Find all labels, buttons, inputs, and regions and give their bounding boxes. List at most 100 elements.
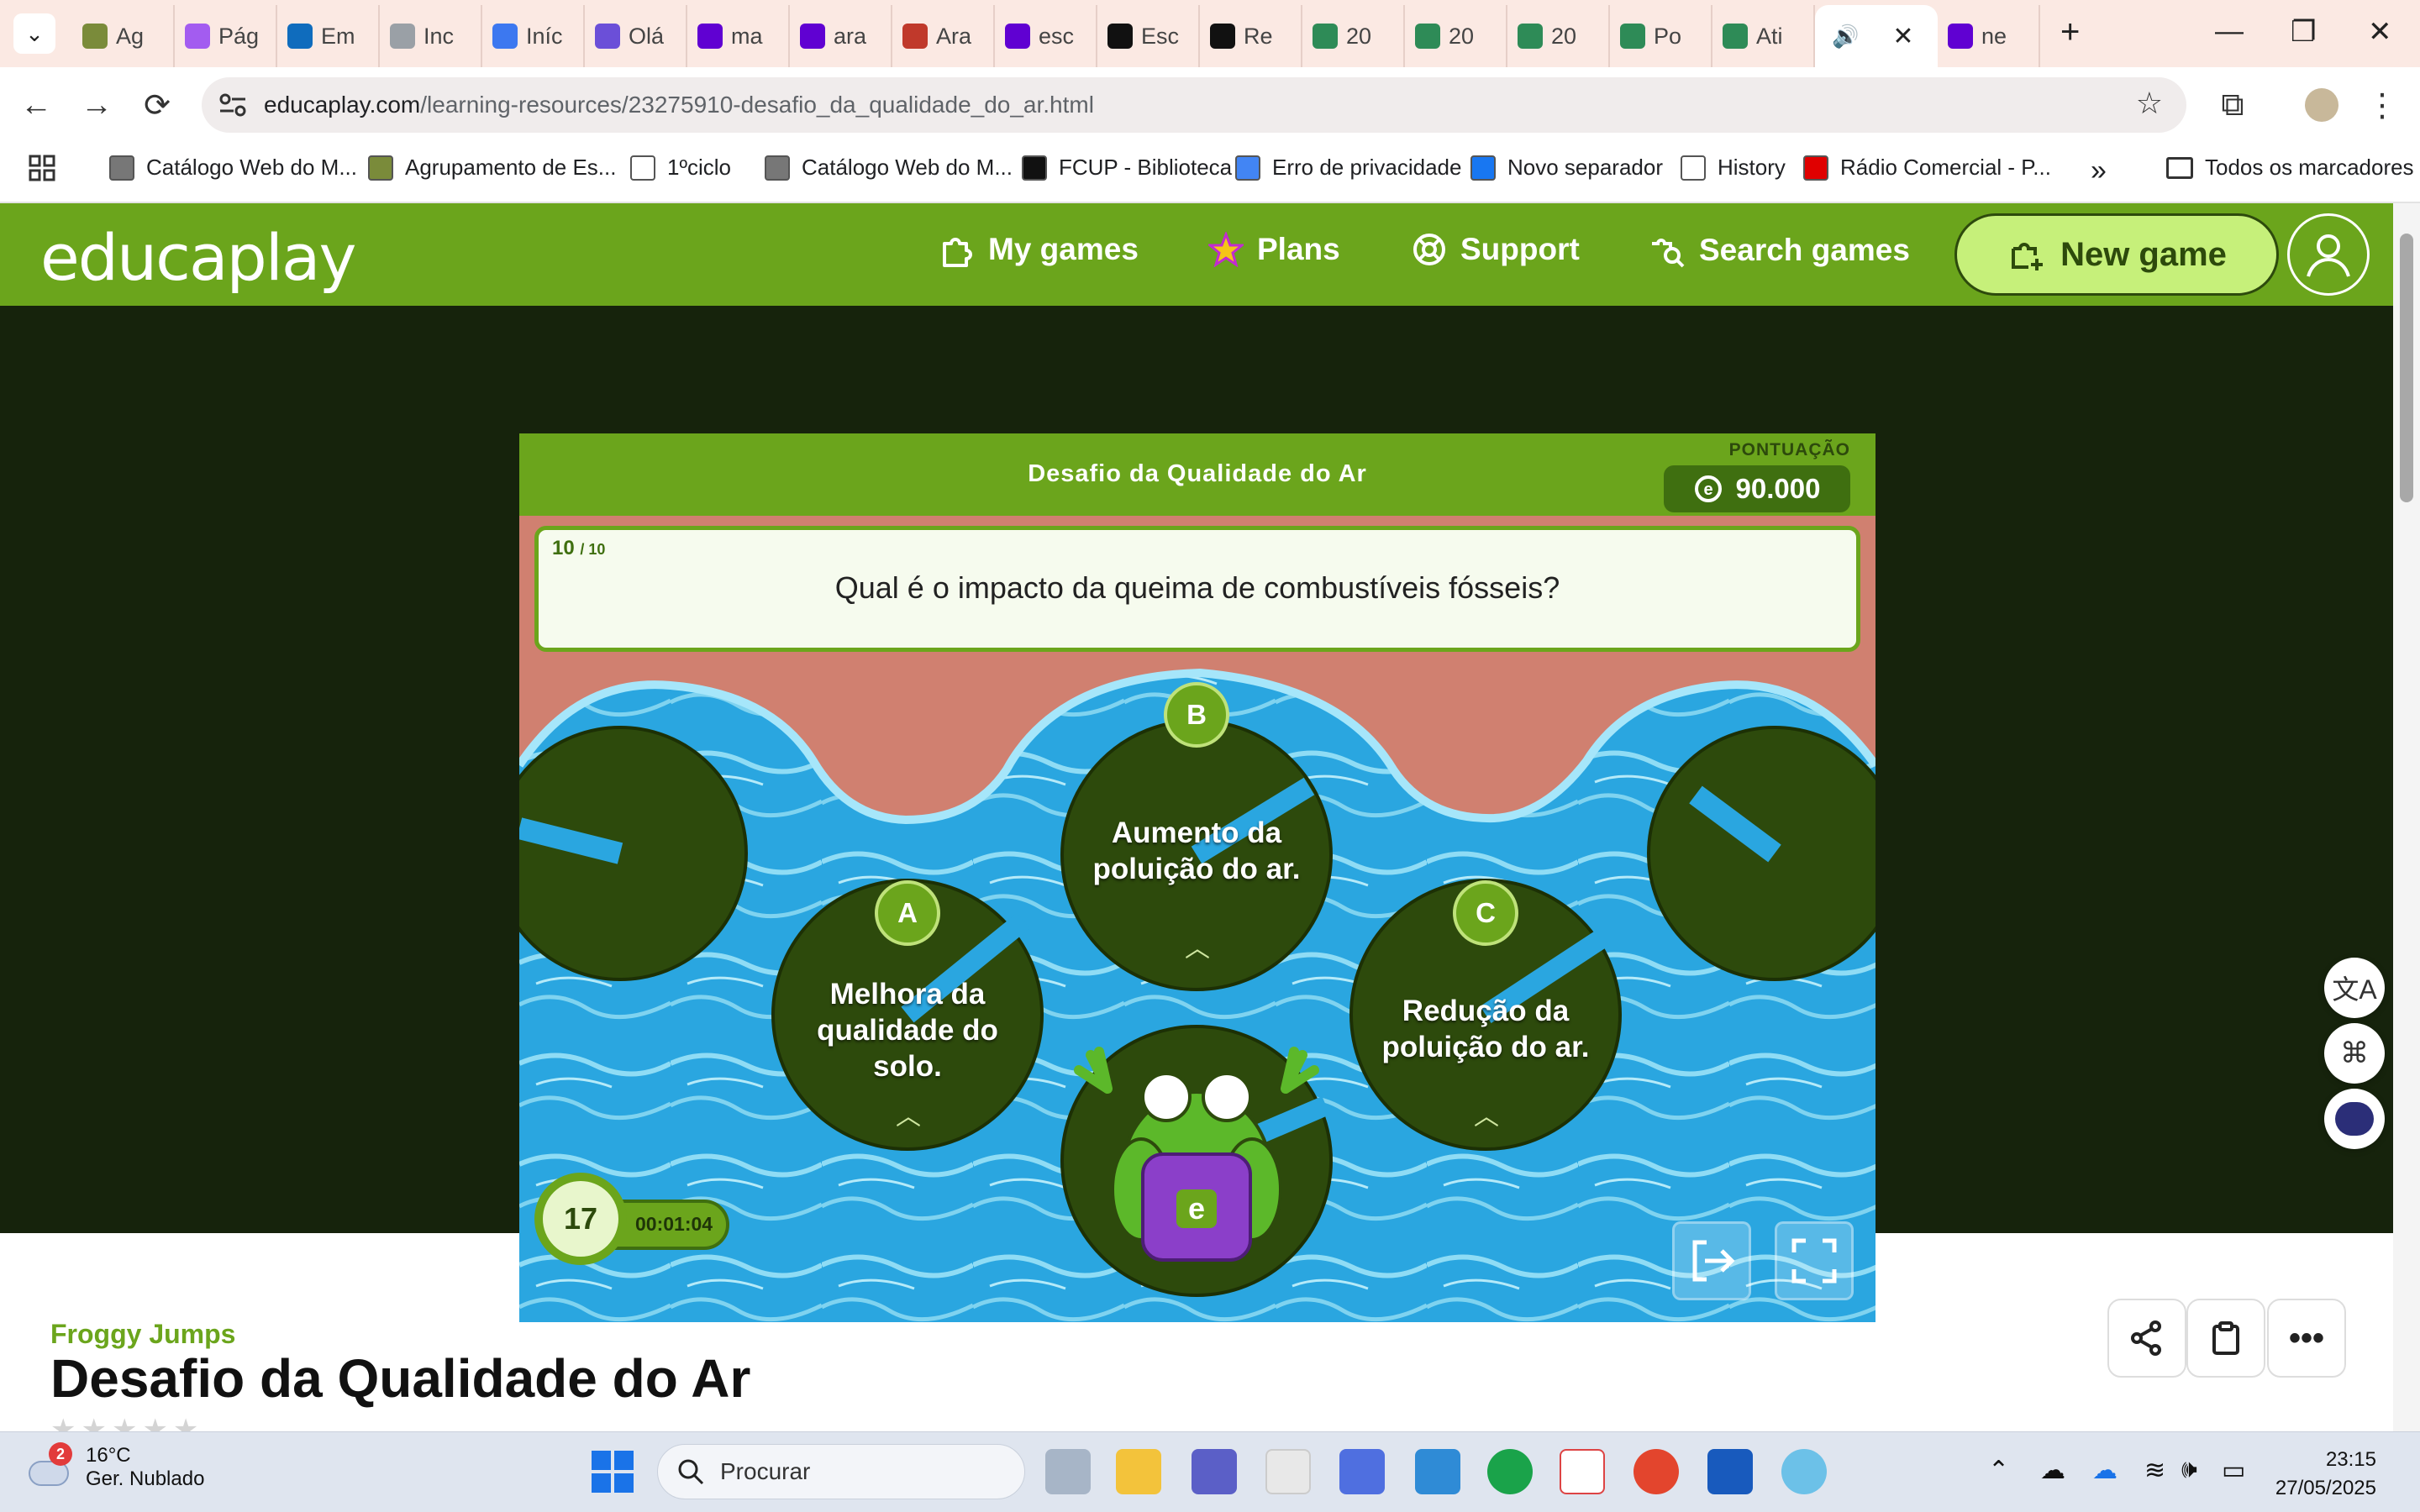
browser-tab[interactable]: 20 bbox=[1405, 5, 1507, 67]
browser-tab[interactable]: 20 bbox=[1302, 5, 1405, 67]
bookmark-favicon bbox=[1470, 155, 1496, 181]
new-tab-button[interactable]: + bbox=[2060, 13, 2080, 51]
start-button[interactable] bbox=[592, 1451, 634, 1493]
taskbar-search[interactable]: Procurar bbox=[657, 1444, 1025, 1499]
browser-tab[interactable]: Olá bbox=[585, 5, 687, 67]
answer-a[interactable]: A Melhora da qualidade do solo. ︿ bbox=[773, 880, 1042, 1149]
minimize-icon[interactable]: — bbox=[2215, 15, 2244, 48]
answer-b[interactable]: B Aumento da poluição do ar. ︿ bbox=[1062, 682, 1331, 963]
apps-shortcut-button[interactable]: ⌘ bbox=[2324, 1023, 2385, 1084]
close-tab-icon[interactable]: ✕ bbox=[1892, 22, 1913, 51]
tray-overflow-icon[interactable]: ⌃ bbox=[1988, 1456, 2009, 1485]
new-game-button[interactable]: New game bbox=[1954, 213, 2279, 296]
task-view-icon[interactable] bbox=[1045, 1449, 1091, 1494]
star-icon[interactable]: ☆ bbox=[2136, 86, 2163, 121]
more-bookmarks-button[interactable]: » bbox=[2091, 155, 2107, 187]
rating-stars[interactable]: ★★★★★ bbox=[50, 1413, 203, 1431]
clipboard-button[interactable] bbox=[2186, 1299, 2265, 1378]
onedrive-icon[interactable]: ☁ bbox=[2092, 1456, 2118, 1485]
chrome-icon[interactable] bbox=[1634, 1449, 1679, 1494]
edge-icon[interactable] bbox=[1487, 1449, 1533, 1494]
bookmark-item[interactable]: Rádio Comercial - P... bbox=[1803, 155, 2051, 181]
browser-tab[interactable]: Re bbox=[1200, 5, 1302, 67]
bookmark-item[interactable]: History bbox=[1681, 155, 1786, 181]
browser-tab[interactable]: Iníc bbox=[482, 5, 585, 67]
weather-widget[interactable]: 2 16°C Ger. Nublado bbox=[25, 1442, 204, 1491]
back-button[interactable]: ← bbox=[13, 82, 59, 128]
reload-button[interactable]: ⟳ bbox=[134, 82, 180, 128]
browser-tab[interactable]: Pág bbox=[175, 5, 277, 67]
translate-button[interactable]: 文A bbox=[2324, 958, 2385, 1018]
browser-tab[interactable]: ma bbox=[687, 5, 790, 67]
browser-tab[interactable]: Esc bbox=[1097, 5, 1200, 67]
nav-my-games[interactable]: My games bbox=[939, 232, 1139, 267]
browser-tab[interactable]: ne bbox=[1938, 5, 2040, 67]
lily-pad-left bbox=[519, 726, 748, 981]
browser-tab[interactable]: 🔊 ✕ bbox=[1815, 5, 1938, 67]
browser-tab[interactable]: Po bbox=[1610, 5, 1712, 67]
bookmark-item[interactable]: Novo separador bbox=[1470, 155, 1663, 181]
battery-icon[interactable]: ▭ bbox=[2222, 1456, 2245, 1485]
chevron-up-icon: ︿ bbox=[1185, 935, 1210, 963]
menu-icon[interactable]: ⋮ bbox=[2360, 82, 2405, 128]
page-scrollbar[interactable] bbox=[2393, 203, 2420, 1431]
educaplay-logo[interactable]: educaplay bbox=[40, 220, 356, 295]
exit-button[interactable] bbox=[1672, 1221, 1751, 1300]
file-explorer-icon[interactable] bbox=[1116, 1449, 1161, 1494]
browser-tab[interactable]: Ara bbox=[892, 5, 995, 67]
extensions-icon[interactable]: ⧉ bbox=[2210, 82, 2255, 128]
nav-support[interactable]: Support bbox=[1412, 232, 1580, 267]
tab-search-button[interactable]: ⌄ bbox=[13, 13, 55, 54]
bookmark-item[interactable]: Erro de privacidade bbox=[1235, 155, 1461, 181]
translate-icon: 文A bbox=[2332, 974, 2377, 1005]
close-window-icon[interactable]: ✕ bbox=[2368, 15, 2392, 49]
game-type-label[interactable]: Froggy Jumps bbox=[50, 1319, 235, 1350]
tab-favicon bbox=[1620, 24, 1645, 49]
fullscreen-button[interactable] bbox=[1775, 1221, 1854, 1300]
froggy-jumps-game[interactable]: e Desafio da Qualidade do Ar PONTUAÇÃO e… bbox=[519, 433, 1876, 1322]
browser-tab[interactable]: Em bbox=[277, 5, 380, 67]
browser-tab[interactable]: Ag bbox=[72, 5, 175, 67]
app-icon[interactable] bbox=[1415, 1449, 1460, 1494]
bookmark-item[interactable]: FCUP - Biblioteca bbox=[1022, 155, 1232, 181]
share-button[interactable] bbox=[2107, 1299, 2186, 1378]
teams-icon[interactable] bbox=[1192, 1449, 1237, 1494]
browser-tab[interactable]: Inc bbox=[380, 5, 482, 67]
bookmark-item[interactable]: Agrupamento de Es... bbox=[368, 155, 616, 181]
more-options-button[interactable]: ••• bbox=[2267, 1299, 2346, 1378]
answer-c[interactable]: C Redução da poluição do ar. ︿ bbox=[1351, 880, 1620, 1149]
file-icon[interactable] bbox=[1560, 1449, 1605, 1494]
volume-icon[interactable]: 🕪 bbox=[2181, 1456, 2197, 1484]
all-bookmarks-folder[interactable]: Todos os marcadores bbox=[2166, 155, 2414, 181]
bookmark-label: Agrupamento de Es... bbox=[405, 155, 617, 180]
browser-tab[interactable]: ara bbox=[790, 5, 892, 67]
site-info-icon[interactable] bbox=[218, 92, 247, 118]
browser-tab[interactable]: esc bbox=[995, 5, 1097, 67]
assistant-button[interactable] bbox=[2324, 1089, 2385, 1149]
browser-tab[interactable]: 20 bbox=[1507, 5, 1610, 67]
word-icon[interactable] bbox=[1707, 1449, 1753, 1494]
nav-search-games[interactable]: Search games bbox=[1649, 232, 1910, 269]
bookmark-item[interactable]: Catálogo Web do M... bbox=[109, 155, 357, 181]
clock[interactable]: 23:15 27/05/2025 bbox=[2275, 1446, 2376, 1503]
network-off-icon[interactable]: ☁ bbox=[2040, 1456, 2065, 1485]
tab-favicon bbox=[1948, 24, 1973, 49]
paint-icon[interactable] bbox=[1781, 1449, 1827, 1494]
tab-favicon bbox=[1210, 24, 1235, 49]
address-bar[interactable]: educaplay.com/learning-resources/2327591… bbox=[202, 77, 2186, 133]
user-avatar[interactable] bbox=[2287, 213, 2370, 296]
search-icon bbox=[678, 1459, 704, 1485]
restore-icon[interactable]: ❐ bbox=[2291, 15, 2316, 49]
scroll-thumb[interactable] bbox=[2400, 234, 2413, 502]
apps-icon[interactable] bbox=[29, 155, 55, 181]
forward-button[interactable]: → bbox=[74, 82, 119, 128]
nav-plans[interactable]: Plans bbox=[1208, 232, 1340, 267]
store-icon[interactable] bbox=[1265, 1449, 1311, 1494]
audio-playing-icon[interactable]: 🔊 bbox=[1832, 24, 1859, 50]
bookmark-item[interactable]: 1ºciclo bbox=[630, 155, 731, 181]
browser-tab[interactable]: Ati bbox=[1712, 5, 1815, 67]
wifi-icon[interactable]: ≋ bbox=[2144, 1456, 2165, 1485]
bookmark-item[interactable]: Catálogo Web do M... bbox=[765, 155, 1013, 181]
copilot-icon[interactable] bbox=[1339, 1449, 1385, 1494]
profile-icon[interactable] bbox=[2299, 82, 2344, 128]
